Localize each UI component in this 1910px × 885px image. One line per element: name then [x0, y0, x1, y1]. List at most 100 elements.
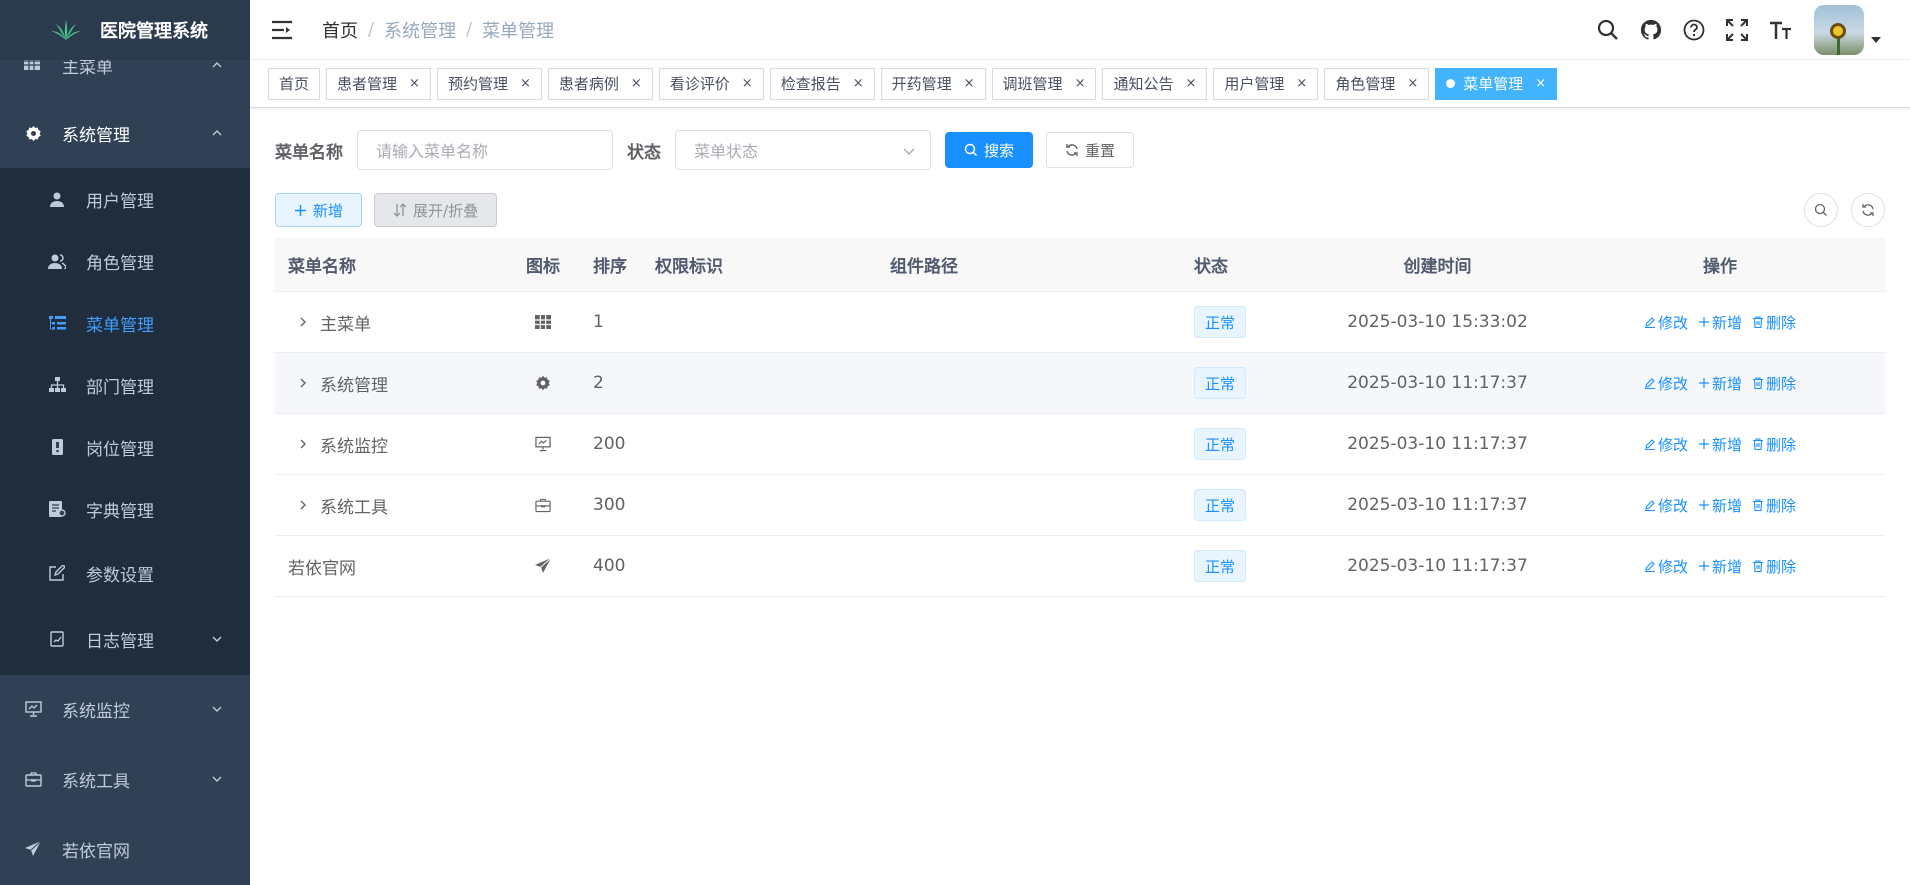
tag-7[interactable]: 调班管理 ×	[991, 67, 1097, 100]
tag-9[interactable]: 用户管理 ×	[1213, 67, 1319, 100]
tag-label: 患者管理	[337, 75, 398, 93]
chevron-right-icon[interactable]	[296, 376, 310, 390]
add-child-button[interactable]: 新增	[1698, 312, 1742, 333]
delete-button[interactable]: 删除	[1752, 434, 1796, 455]
chevron-right-icon[interactable]	[296, 315, 310, 329]
cell-component	[890, 475, 1180, 535]
chevron-right-icon[interactable]	[296, 437, 310, 451]
search-icon[interactable]	[1596, 18, 1620, 42]
tag-2[interactable]: 预约管理 ×	[436, 67, 542, 100]
guide-icon	[24, 840, 42, 858]
tag-1[interactable]: 患者管理 ×	[326, 67, 431, 100]
tag-close-icon[interactable]: ×	[964, 76, 975, 91]
sidebar-item-roles[interactable]: 角色管理	[0, 230, 250, 292]
post-icon	[48, 438, 66, 456]
question-icon[interactable]	[1682, 18, 1706, 42]
status-badge: 正常	[1194, 550, 1247, 582]
reset-button[interactable]: 重置	[1046, 132, 1135, 168]
tag-close-icon[interactable]: ×	[1185, 76, 1196, 91]
tag-5[interactable]: 检查报告 ×	[769, 67, 875, 100]
edit-icon	[1644, 317, 1655, 328]
breadcrumb-separator: /	[368, 19, 375, 40]
refresh-icon	[1862, 204, 1874, 216]
tags-view: 首页 患者管理 × 预约管理 × 患者病例 × 看诊评价 × 检查报告 × 开药管理 × 调班管理 × 通知公…	[250, 60, 1910, 108]
delete-button[interactable]: 删除	[1752, 556, 1796, 577]
table-row[interactable]: 系统工具 300 正常 2025-03-10 11:17:37 修改 新增 删除	[275, 475, 1885, 536]
github-icon[interactable]	[1639, 18, 1663, 42]
edit-button[interactable]: 修改	[1644, 556, 1688, 577]
tag-8[interactable]: 通知公告 ×	[1102, 67, 1208, 100]
add-button[interactable]: 新增	[275, 193, 363, 227]
tag-11[interactable]: 菜单管理 ×	[1435, 67, 1558, 100]
breadcrumb-home[interactable]: 首页	[322, 17, 358, 43]
tag-0[interactable]: 首页	[268, 67, 321, 100]
sidebar-item-logs[interactable]: 日志管理	[0, 608, 250, 670]
delete-icon	[1753, 316, 1763, 328]
cell-status: 正常	[1180, 475, 1320, 535]
edit-button[interactable]: 修改	[1644, 495, 1688, 516]
tag-close-icon[interactable]: ×	[409, 76, 420, 91]
tag-close-icon[interactable]: ×	[853, 76, 864, 91]
status-label: 状态	[627, 142, 661, 163]
edit-button[interactable]: 修改	[1644, 434, 1688, 455]
sidebar-item-depts[interactable]: 部门管理	[0, 354, 250, 416]
tag-10[interactable]: 角色管理 ×	[1324, 67, 1430, 100]
tag-close-icon[interactable]: ×	[631, 76, 642, 91]
sidebar-item-users[interactable]: 用户管理	[0, 168, 250, 230]
cell-component	[890, 292, 1180, 352]
sort-icon	[393, 203, 407, 217]
cell-icon	[505, 292, 581, 352]
delete-icon	[1753, 499, 1763, 511]
tag-3[interactable]: 患者病例 ×	[547, 67, 653, 100]
tag-6[interactable]: 开药管理 ×	[880, 67, 986, 100]
refresh-icon	[1066, 144, 1078, 156]
refresh-button[interactable]	[1851, 193, 1885, 227]
table-body: 主菜单 1 正常 2025-03-10 15:33:02 修改 新增 删除 系统管理 2 正常 20…	[275, 292, 1885, 597]
table-row[interactable]: 系统管理 2 正常 2025-03-10 11:17:37 修改 新增 删除	[275, 353, 1885, 414]
chevron-right-icon[interactable]	[296, 498, 310, 512]
delete-button[interactable]: 删除	[1752, 495, 1796, 516]
add-child-button[interactable]: 新增	[1698, 556, 1742, 577]
logo[interactable]: 医院管理系统	[0, 0, 250, 60]
sidebar-item-posts[interactable]: 岗位管理	[0, 416, 250, 478]
tag-close-icon[interactable]: ×	[1535, 76, 1546, 91]
toggle-search-button[interactable]	[1804, 193, 1838, 227]
delete-button[interactable]: 删除	[1752, 373, 1796, 394]
add-child-button[interactable]: 新增	[1698, 495, 1742, 516]
sidebar-item-config[interactable]: 参数设置	[0, 542, 250, 604]
sidebar-item-system[interactable]: 系统管理	[0, 102, 250, 164]
sidebar-item-guide[interactable]: 若依官网	[0, 818, 250, 880]
edit-button[interactable]: 修改	[1644, 312, 1688, 333]
fullscreen-icon[interactable]	[1725, 18, 1749, 42]
avatar[interactable]	[1814, 5, 1864, 55]
tag-close-icon[interactable]: ×	[520, 76, 531, 91]
font-size-icon[interactable]	[1768, 18, 1792, 42]
menu-name-input[interactable]: 请输入菜单名称	[357, 130, 613, 170]
search-button[interactable]: 搜索	[945, 132, 1034, 168]
expand-collapse-button[interactable]: 展开/折叠	[374, 193, 498, 227]
log-icon	[48, 630, 66, 648]
sidebar-item-menus[interactable]: 菜单管理	[0, 292, 250, 354]
delete-button[interactable]: 删除	[1752, 312, 1796, 333]
add-child-button[interactable]: 新增	[1698, 434, 1742, 455]
status-select[interactable]: 菜单状态	[675, 130, 931, 170]
edit-label: 修改	[1657, 374, 1688, 393]
sidebar-item-label: 字典管理	[86, 501, 154, 522]
sidebar-item-monitor[interactable]: 系统监控	[0, 678, 250, 740]
hamburger-icon[interactable]	[270, 18, 294, 42]
tag-label: 开药管理	[891, 75, 952, 93]
tag-close-icon[interactable]: ×	[1075, 76, 1086, 91]
table-row[interactable]: 系统监控 200 正常 2025-03-10 11:17:37 修改 新增 删除	[275, 414, 1885, 475]
add-child-button[interactable]: 新增	[1698, 373, 1742, 394]
sidebar-item-dict[interactable]: 字典管理	[0, 478, 250, 540]
edit-button[interactable]: 修改	[1644, 373, 1688, 394]
tag-4[interactable]: 看诊评价 ×	[658, 67, 764, 100]
sidebar-item-tool[interactable]: 系统工具	[0, 748, 250, 810]
tag-close-icon[interactable]: ×	[742, 76, 753, 91]
table-row[interactable]: 若依官网 400 正常 2025-03-10 11:17:37 修改 新增 删除	[275, 536, 1885, 597]
caret-down-icon[interactable]	[1870, 34, 1882, 46]
table-row[interactable]: 主菜单 1 正常 2025-03-10 15:33:02 修改 新增 删除	[275, 292, 1885, 353]
tag-close-icon[interactable]: ×	[1296, 76, 1307, 91]
cell-ops: 修改 新增 删除	[1555, 414, 1885, 474]
tag-close-icon[interactable]: ×	[1407, 76, 1418, 91]
